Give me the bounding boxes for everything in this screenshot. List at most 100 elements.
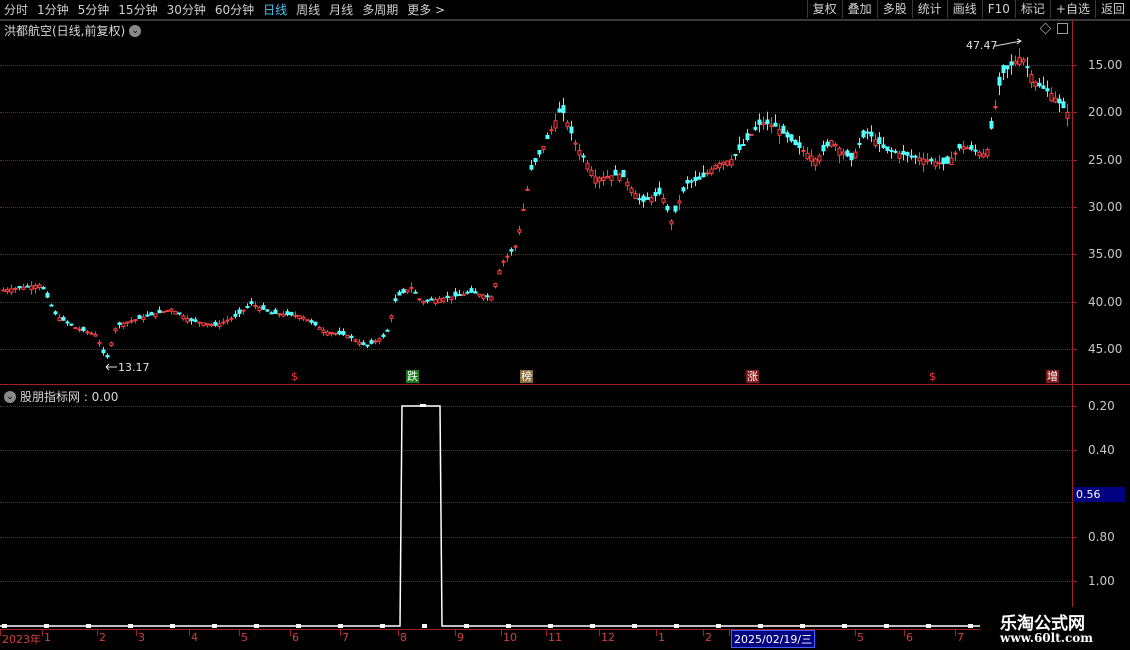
candle-body: [57, 317, 62, 322]
candle-body: [497, 269, 502, 275]
indicator-point: [716, 624, 721, 628]
event-marker-s[interactable]: $: [928, 370, 937, 383]
indicator-point: [422, 624, 427, 628]
candle-body: [1053, 97, 1058, 103]
candle-body: [1025, 66, 1030, 69]
candle-body: [977, 151, 982, 157]
candle-body: [173, 311, 178, 315]
candle-body: [293, 314, 298, 317]
candle-body: [609, 175, 614, 181]
candle-body: [621, 169, 626, 178]
candle-body: [217, 323, 222, 327]
candle-body: [1033, 81, 1038, 87]
candle-body: [461, 293, 466, 297]
indicator-point: [212, 624, 217, 628]
candle-body: [941, 157, 946, 165]
timeline-tick: [398, 630, 399, 636]
candle-body: [485, 295, 490, 298]
price-tick-label: 35.00: [1088, 247, 1123, 261]
candle-body: [709, 168, 714, 175]
candle-body: [909, 155, 914, 158]
event-marker-zeng[interactable]: 增: [1046, 370, 1059, 383]
candle-body: [829, 140, 834, 147]
candle-body: [517, 229, 522, 233]
candle-body: [785, 132, 790, 138]
candle-body: [793, 139, 798, 146]
candle-body: [969, 145, 974, 150]
candle-body: [897, 152, 902, 159]
candle-body: [409, 286, 414, 290]
candle-body: [101, 349, 106, 354]
candle-body: [1037, 82, 1042, 87]
candle-body: [289, 312, 294, 316]
candle-body: [745, 133, 750, 140]
candle-body: [657, 187, 662, 195]
candle-body: [685, 180, 690, 184]
candle-body: [285, 311, 290, 316]
candle-body: [137, 315, 142, 319]
candle-body: [1005, 65, 1010, 70]
candle-body: [417, 298, 422, 301]
candle-body: [153, 313, 158, 318]
candle-body: [805, 152, 810, 160]
toolbar-button-8[interactable]: 返回: [1094, 0, 1130, 18]
candle-body: [245, 305, 250, 308]
indicator-point: [758, 624, 763, 628]
candle-body: [997, 76, 1002, 86]
candle-body: [321, 329, 326, 333]
indicator-point: [884, 624, 889, 628]
indicator-point: [548, 624, 553, 628]
candle-body: [773, 122, 778, 127]
candle-body: [545, 134, 550, 140]
candle-body: [625, 181, 630, 187]
candle-body: [513, 245, 518, 248]
event-marker-die[interactable]: 跌: [406, 370, 419, 383]
candle-body: [97, 341, 102, 345]
candle-body: [769, 124, 774, 127]
event-marker-s[interactable]: $: [290, 370, 299, 383]
candle-body: [201, 322, 206, 327]
candle-body: [53, 311, 58, 315]
candle-body: [145, 314, 150, 317]
candle-body: [845, 150, 850, 157]
candle-body: [1013, 60, 1018, 65]
candle-body: [605, 176, 610, 179]
candle-body: [25, 285, 30, 288]
candle-body: [477, 293, 482, 297]
timeline-label: 9: [457, 631, 464, 644]
timeline-tick: [546, 630, 547, 636]
candle-body: [437, 298, 442, 304]
timeline-label: 6: [906, 631, 913, 644]
candle-body: [641, 195, 646, 202]
candle-body: [981, 153, 986, 158]
candle-body: [841, 151, 846, 155]
candle-body: [185, 317, 190, 323]
candle-body: [33, 284, 38, 290]
candle-body: [341, 331, 346, 335]
candle-body: [273, 309, 278, 314]
event-marker-zhang[interactable]: 涨: [746, 370, 759, 383]
candle-body: [129, 320, 134, 323]
candle-body: [765, 119, 770, 125]
current-value-badge: 0.56: [1073, 487, 1125, 502]
candle-body: [441, 297, 446, 302]
candle-body: [917, 157, 922, 162]
indicator-tick: [1072, 537, 1077, 538]
candle-body: [541, 145, 546, 150]
candle-body: [1029, 73, 1034, 84]
candle-body: [817, 155, 822, 162]
candle-body: [353, 339, 358, 342]
candle-body: [653, 192, 658, 197]
candle-body: [757, 119, 762, 125]
candle-body: [313, 321, 318, 326]
timeline-cursor-date: 2025/02/19/三: [731, 630, 816, 648]
indicator-point: [464, 624, 469, 628]
timeline-tick: [290, 630, 291, 636]
event-marker-bang[interactable]: 榜: [520, 370, 533, 383]
candle-body: [613, 169, 618, 176]
candle-body: [649, 197, 654, 203]
candle-body: [617, 173, 622, 181]
candle-body: [413, 291, 418, 294]
candle-body: [233, 313, 238, 317]
candle-body: [193, 319, 198, 322]
